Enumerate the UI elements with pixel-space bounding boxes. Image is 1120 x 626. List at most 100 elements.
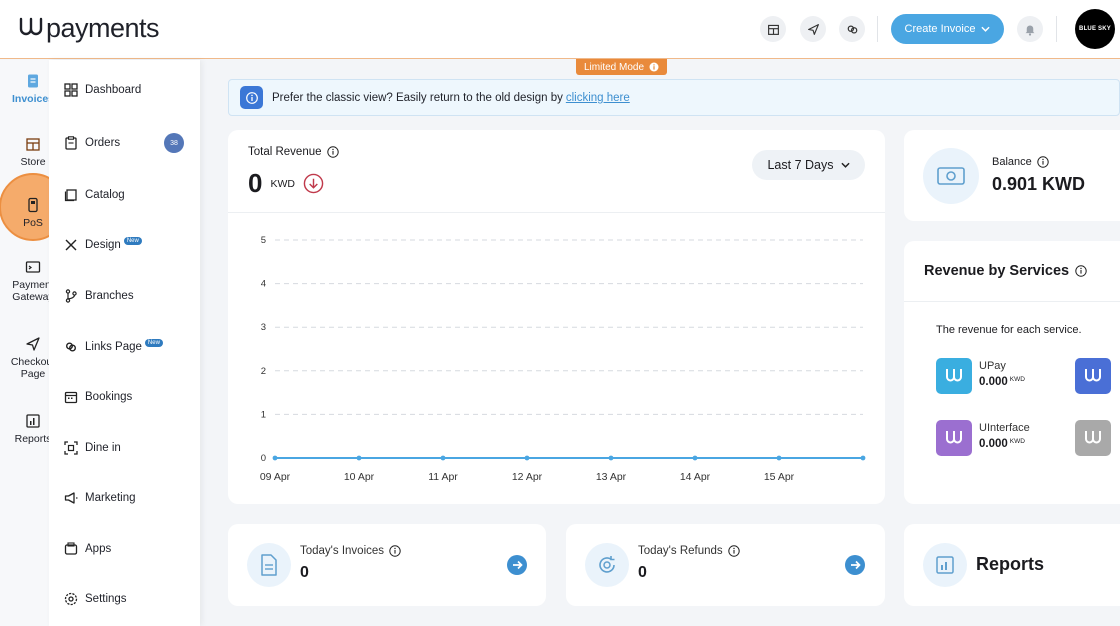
reports-icon <box>26 414 40 428</box>
classic-view-link[interactable]: clicking here <box>566 92 630 104</box>
period-select[interactable]: Last 7 Days <box>752 150 865 180</box>
data-point[interactable] <box>272 455 278 461</box>
info-icon <box>649 62 659 72</box>
service-amount-value: 0.000 <box>979 376 1008 388</box>
top-bar: payments Create Invoice BLUE SKY <box>0 0 1120 59</box>
pos-icon <box>28 197 38 213</box>
links-button[interactable] <box>839 16 865 42</box>
arrow-right-icon[interactable] <box>845 555 865 575</box>
info-icon[interactable] <box>389 545 401 557</box>
upay-logo-icon <box>936 358 972 394</box>
data-point[interactable] <box>692 455 698 461</box>
revenue-title: Total Revenue <box>248 146 339 158</box>
data-point[interactable] <box>440 455 446 461</box>
catalog-icon <box>64 189 77 202</box>
branches-icon <box>65 289 77 303</box>
menu-item-branches[interactable]: Branches <box>64 289 134 303</box>
services-description: The revenue for each service. <box>936 324 1082 336</box>
limited-mode-label: Limited Mode <box>584 61 645 73</box>
apps-icon <box>64 542 78 555</box>
service-amount-value: 0.000 <box>979 438 1008 450</box>
data-point[interactable] <box>524 455 530 461</box>
design-icon <box>65 239 77 251</box>
data-point[interactable] <box>608 455 614 461</box>
todays-refunds-card[interactable]: Today's Refunds 0 <box>566 524 885 606</box>
menu-item-settings[interactable]: Settings <box>64 592 127 606</box>
arrow-down-circle-icon <box>303 173 324 194</box>
create-invoice-button[interactable]: Create Invoice <box>891 14 1004 44</box>
links-icon <box>66 342 76 352</box>
menu-item-dashboard[interactable]: Dashboard <box>64 83 141 97</box>
service-amount: 0.000 KWD <box>979 376 1025 388</box>
info-icon[interactable] <box>326 146 339 158</box>
bell-icon <box>1025 24 1035 36</box>
orders-count-badge: 38 <box>164 133 184 153</box>
x-tick-label: 15 Apr <box>764 471 795 483</box>
todays-invoices-card[interactable]: Today's Invoices 0 <box>228 524 546 606</box>
info-icon[interactable] <box>727 545 740 557</box>
y-tick-label: 4 <box>261 279 266 290</box>
store-shortcut-button[interactable] <box>760 16 786 42</box>
balance-label-row: Balance <box>992 156 1049 168</box>
x-tick-label: 14 Apr <box>680 471 711 483</box>
menu-item-label: Bookings <box>85 391 133 403</box>
menu-item-orders[interactable]: Orders <box>64 136 120 150</box>
data-point[interactable] <box>356 455 362 461</box>
bookings-icon <box>64 391 78 404</box>
y-tick-label: 0 <box>261 453 266 464</box>
info-icon[interactable] <box>1075 265 1087 277</box>
x-tick-label: 11 Apr <box>428 471 458 483</box>
orders-icon <box>65 136 77 150</box>
stat-value: 0 <box>300 564 309 581</box>
x-tick-label: 09 Apr <box>260 471 291 483</box>
balance-label: Balance <box>992 156 1032 168</box>
info-icon[interactable] <box>1037 156 1049 168</box>
notifications-button[interactable] <box>1017 16 1043 42</box>
service-logo-icon <box>1075 358 1111 394</box>
menu-item-bookings[interactable]: Bookings <box>64 390 132 404</box>
menu-item-label: Dashboard <box>85 84 142 96</box>
menu-item-dine-in[interactable]: Dine in <box>64 441 121 455</box>
rail-label: Page <box>20 368 46 380</box>
send-button[interactable] <box>800 16 826 42</box>
menu-item-design[interactable]: Design New <box>64 237 142 252</box>
menu-item-catalog[interactable]: Catalog <box>64 188 125 202</box>
rail-label: PoS <box>23 217 43 229</box>
arrow-right-icon[interactable] <box>507 555 527 575</box>
menu-item-links-page[interactable]: Links Page New <box>64 339 163 354</box>
menu-item-label: Design <box>85 239 121 251</box>
chevron-down-icon <box>981 26 991 32</box>
limited-mode-badge[interactable]: Limited Mode <box>576 59 668 75</box>
rail-label: Payment <box>12 279 54 291</box>
reports-card[interactable]: Reports <box>904 524 1120 606</box>
brand-logo[interactable]: payments <box>18 12 160 44</box>
menu-item-label: Catalog <box>85 189 125 201</box>
total-revenue-card: Total Revenue 0 KWD Last 7 Days 0 1 2 3 4 5 09… <box>228 130 885 504</box>
stat-label-row: Today's Invoices <box>300 545 401 557</box>
dashboard-icon <box>64 83 78 97</box>
logo-mark-icon <box>19 17 43 36</box>
revenue-value: 0 <box>248 168 263 198</box>
invoice-icon <box>28 74 38 88</box>
services-title-row: Revenue by Services <box>924 263 1087 279</box>
x-tick-label: 10 Apr <box>344 471 375 483</box>
data-point[interactable] <box>776 455 782 461</box>
data-point[interactable] <box>860 455 866 461</box>
revenue-chart: 0 1 2 3 4 5 09 Apr 10 Apr 11 Apr 12 Apr 13 Apr 14 A… <box>260 235 866 483</box>
toolbar-divider <box>877 16 878 42</box>
brand-name: payments <box>46 12 160 43</box>
avatar[interactable]: BLUE SKY <box>1075 9 1115 49</box>
create-invoice-label: Create Invoice <box>904 23 976 35</box>
stat-label: Today's Refunds <box>638 545 723 557</box>
reports-icon <box>923 543 967 587</box>
store-icon <box>767 24 779 35</box>
chevron-down-icon <box>840 162 850 168</box>
x-tick-label: 12 Apr <box>512 471 543 483</box>
toolbar-divider <box>1056 16 1057 42</box>
menu-item-apps[interactable]: Apps <box>64 542 111 556</box>
rail-label: Reports <box>14 433 52 445</box>
service-logo-icon <box>1075 420 1111 456</box>
menu-item-marketing[interactable]: Marketing <box>64 491 136 505</box>
checkout-icon <box>26 337 40 351</box>
revenue-value-row: 0 KWD <box>248 168 324 199</box>
